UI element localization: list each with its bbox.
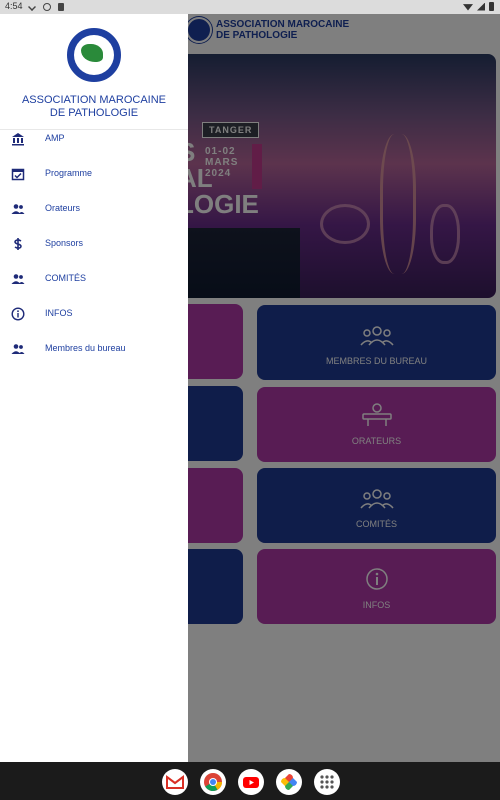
app-dock (162, 769, 340, 795)
menu-item-label: INFOS (45, 308, 73, 318)
taskbar (0, 762, 500, 800)
status-system-icons (463, 2, 494, 11)
drawer-title: ASSOCIATION MAROCAINE DE PATHOLOGIE (21, 94, 167, 119)
people-icon (11, 342, 25, 356)
menu-item-label: COMITÉS (45, 273, 87, 283)
chrome-icon[interactable] (200, 769, 226, 795)
menu-item-label: Programme (45, 168, 93, 178)
info-icon (11, 307, 25, 321)
menu-item-label: Orateurs (45, 203, 81, 213)
battery-icon (489, 2, 494, 11)
menu-item-amp[interactable]: AMP (0, 121, 188, 156)
youtube-icon[interactable] (238, 769, 264, 795)
calendar-check-icon (11, 167, 25, 181)
menu-item-membres-du-bureau[interactable]: Membres du bureau (0, 331, 188, 366)
menu-item-programme[interactable]: Programme (0, 156, 188, 191)
people-icon (11, 202, 25, 216)
menu-item-infos[interactable]: INFOS (0, 296, 188, 331)
menu-item-sponsors[interactable]: Sponsors (0, 226, 188, 261)
sync-icon (43, 3, 51, 11)
drawer-menu: AMP Programme Orateurs Sponsors COMITÉS (0, 121, 188, 366)
photos-icon[interactable] (276, 769, 302, 795)
dollar-icon (11, 237, 25, 251)
navigation-drawer: ASSOCIATION MAROCAINE DE PATHOLOGIE AMP … (0, 14, 188, 762)
sim-icon (58, 3, 64, 11)
menu-item-orateurs[interactable]: Orateurs (0, 191, 188, 226)
status-bar: 4:54 (0, 0, 500, 14)
people-icon (11, 272, 25, 286)
gmail-icon[interactable] (162, 769, 188, 795)
association-logo (67, 28, 121, 82)
menu-item-label: Sponsors (45, 238, 84, 248)
wifi-icon (463, 4, 473, 11)
menu-item-comites[interactable]: COMITÉS (0, 261, 188, 296)
app-drawer-icon[interactable] (314, 769, 340, 795)
status-notification-icons (28, 0, 64, 14)
bank-icon (11, 132, 25, 146)
download-icon (28, 3, 36, 11)
menu-item-label: AMP (45, 133, 65, 143)
signal-icon (477, 2, 485, 11)
status-time: 4:54 (5, 1, 23, 11)
menu-item-label: Membres du bureau (45, 343, 126, 353)
